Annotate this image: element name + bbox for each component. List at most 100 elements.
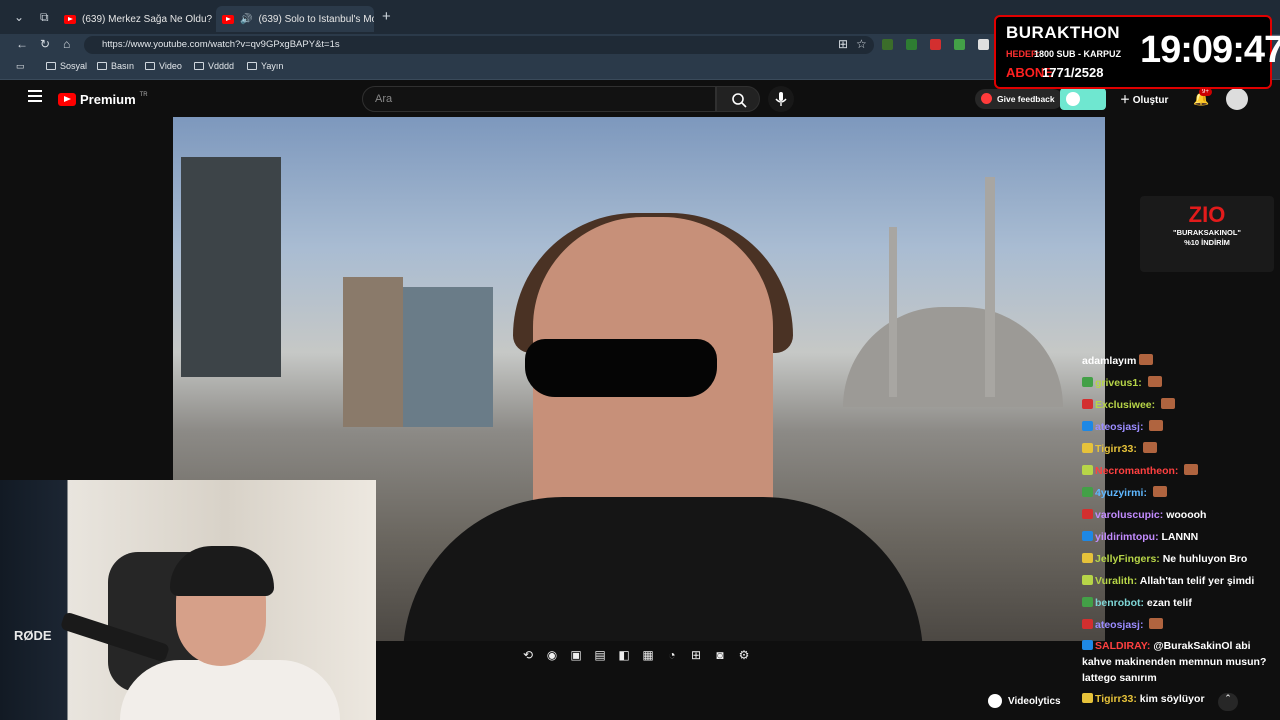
emote-icon (1152, 486, 1167, 497)
bookmark-folder[interactable]: Basın (97, 61, 134, 71)
loop-icon[interactable]: ⟲ (520, 648, 536, 662)
chat-username[interactable]: ateosjasj: (1095, 421, 1143, 433)
mosque-image (843, 307, 1063, 407)
settings-gear-icon[interactable]: ⚙ (736, 648, 752, 662)
overlay-clock: 19:09:47 (1140, 29, 1280, 71)
subscriber-count: 1771/2528 (1042, 65, 1104, 80)
emote-icon (1149, 420, 1164, 431)
chevron-up-icon[interactable]: ⌃ (1218, 693, 1238, 711)
folder-icon (247, 62, 257, 70)
create-button[interactable]: ＋ Oluştur (1120, 91, 1168, 106)
sponsor-discount-line: %10 İNDİRİM (1184, 238, 1230, 247)
chat-badge-icon (1082, 421, 1093, 431)
chat-username[interactable]: JellyFingers: (1095, 553, 1160, 565)
goal-value: 1800 SUB - KARPUZ (1034, 49, 1122, 59)
logo-country: TR (139, 91, 148, 98)
emote-icon (1149, 618, 1164, 629)
extension-toggle[interactable] (1060, 88, 1106, 110)
tab-solo-istanbul[interactable]: 🔊 (639) Solo to Istanbul's Most ✕ (216, 6, 374, 32)
chat-username[interactable]: Tigirr33: (1095, 443, 1137, 455)
chat-username[interactable]: Tigirr33: (1095, 693, 1137, 705)
hamburger-menu-icon[interactable] (28, 90, 42, 102)
building-image (181, 157, 281, 377)
home-icon[interactable]: ⌂ (63, 37, 70, 51)
extension-icon[interactable] (906, 39, 917, 50)
chat-badge-icon (1082, 693, 1093, 703)
streamer-body (120, 660, 340, 720)
chat-username[interactable]: griveus1: (1095, 377, 1142, 389)
chat-username[interactable]: 4yuzyirmi: (1095, 487, 1147, 499)
bookmark-folder[interactable]: Sosyal (46, 61, 87, 71)
chat-badge-icon (1082, 443, 1093, 453)
chat-username[interactable]: Exclusiwee: (1095, 399, 1155, 411)
chat-username[interactable]: yildirimtopu: (1095, 531, 1159, 543)
logo-text: Premium (80, 92, 136, 107)
chat-username[interactable]: ateosjasj: (1095, 619, 1143, 631)
overlay-title: BURAKTHON (1006, 23, 1121, 42)
chat-username[interactable]: benrobot: (1095, 597, 1144, 609)
pip-icon[interactable]: ◧ (616, 648, 632, 662)
building-image (403, 287, 493, 427)
url-field[interactable]: https://www.youtube.com/watch?v=qv9GPxgB… (84, 36, 874, 54)
theater-icon[interactable]: ▤ (592, 648, 608, 662)
audio-icon[interactable]: ◉ (544, 648, 560, 662)
bookmark-star-icon[interactable]: ☆ (856, 37, 867, 51)
speed-icon[interactable]: ◔ (664, 648, 680, 662)
chat-message: Tigirr33: kim söylüyor (1082, 688, 1278, 710)
chat-message: JellyFingers: Ne huhluyon Bro (1082, 548, 1278, 570)
bookmark-folder[interactable]: Yayın (247, 61, 283, 71)
speaker-icon: 🔊 (240, 13, 253, 25)
chat-text: Ne huhluyon Bro (1162, 553, 1248, 565)
new-tab-button[interactable]: + (382, 8, 391, 25)
chat-message: Tigirr33: (1082, 438, 1278, 460)
tab-title: (639) Merkez Sağa Ne Oldu? | Ne (82, 13, 214, 25)
videolytics-badge[interactable]: Videolytics (984, 690, 1065, 712)
youtube-premium-logo[interactable]: Premium TR (58, 92, 148, 107)
back-icon[interactable]: ← (16, 37, 28, 51)
extension-icon[interactable] (978, 39, 989, 50)
screenshot-icon[interactable]: ◙ (712, 648, 728, 662)
chat-message: yildirimtopu: LANNN (1082, 526, 1278, 548)
building-image (343, 277, 403, 427)
extension-icon[interactable] (882, 39, 893, 50)
workspaces-icon[interactable]: ⧉ (40, 10, 49, 25)
sponsor-logo: ZIO (1188, 202, 1226, 227)
give-feedback-button[interactable]: Give feedback (975, 89, 1063, 109)
chat-message: ateosjasj: (1082, 614, 1278, 636)
captions-icon[interactable]: ▣ (568, 648, 584, 662)
chat-text: adamlayım (1082, 355, 1137, 367)
bookmark-folder[interactable]: Video (145, 61, 182, 71)
folder-icon (97, 62, 107, 70)
microphone-icon (775, 92, 787, 106)
add-icon[interactable]: ⊞ (688, 648, 704, 662)
youtube-favicon-icon (64, 14, 76, 24)
chat-badge-icon (1082, 553, 1093, 563)
chat-panel: adamlayım griveus1: Exclusiwee: ateosjasj… (1082, 350, 1278, 710)
extension-icon[interactable] (954, 39, 965, 50)
folder-icon (46, 62, 56, 70)
bookmark-folder[interactable]: Vdddd (194, 61, 234, 71)
chat-username[interactable]: SALDIRAY: (1095, 640, 1150, 652)
avatar[interactable] (1226, 88, 1248, 110)
video-extension-controls: ⟲ ◉ ▣ ▤ ◧ ▦ ◔ ⊞ ◙ ⚙ (520, 648, 752, 662)
emote-icon (1161, 398, 1176, 409)
chat-text: wooooh (1166, 509, 1207, 521)
search-input[interactable]: Ara (362, 86, 716, 112)
chat-message: griveus1: (1082, 372, 1278, 394)
chat-badge-icon (1082, 509, 1093, 519)
bookmarks-menu-icon[interactable]: ▭ (16, 61, 25, 72)
voice-search-button[interactable] (768, 86, 794, 112)
chat-username[interactable]: Vuralith: (1095, 575, 1137, 587)
tab-search-icon[interactable]: ⌄ (14, 10, 24, 24)
reload-icon[interactable]: ↻ (40, 37, 50, 51)
reader-mode-icon[interactable]: ⊞ (838, 37, 848, 51)
search-button[interactable] (716, 86, 760, 112)
chat-badge-icon (1082, 465, 1093, 475)
extension-icon[interactable] (930, 39, 941, 50)
tab-merkez[interactable]: (639) Merkez Sağa Ne Oldu? | Ne ✕ (58, 6, 214, 32)
chat-badge-icon (1082, 487, 1093, 497)
chat-username[interactable]: Necromantheon: (1095, 465, 1178, 477)
chat-message: Vuralith: Allah'tan telif yer şimdi (1082, 570, 1278, 592)
screen-icon[interactable]: ▦ (640, 648, 656, 662)
chat-username[interactable]: varoluscupic: (1095, 509, 1163, 521)
